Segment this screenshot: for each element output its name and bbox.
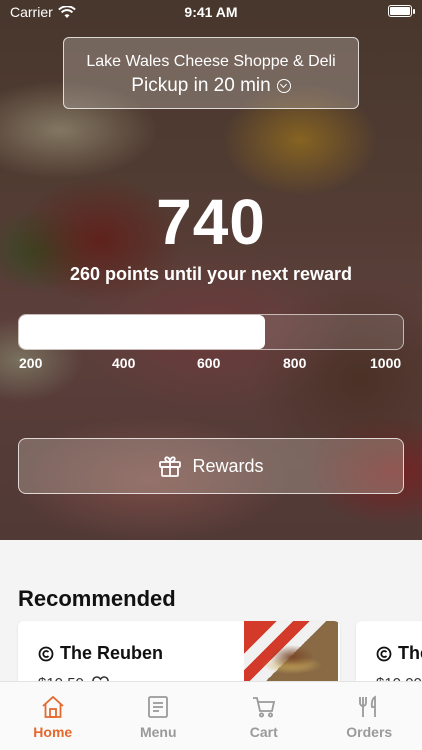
tab-label: Menu (139, 724, 177, 740)
item-name: The Reuben (60, 643, 164, 663)
chevron-down-icon (276, 79, 291, 93)
store-name: Lake Wales Cheese Shoppe & Deli (86, 53, 336, 70)
tab-menu[interactable]: Menu (106, 682, 212, 750)
item-name: The (398, 643, 422, 663)
tab-label: Home (33, 724, 73, 740)
store-selector[interactable]: Lake Wales Cheese Shoppe & Deli Pickup i… (63, 37, 359, 109)
item-name-row: The Reuben (38, 643, 163, 664)
tab-label: Orders (346, 724, 393, 740)
utensils-icon (359, 695, 377, 717)
item-name-row: The (376, 643, 422, 664)
home-icon (42, 695, 64, 718)
recommended-title: Recommended (18, 586, 176, 611)
tab-home[interactable]: Home (0, 682, 106, 750)
tick-label: 800 (283, 355, 307, 371)
copyright-icon (38, 646, 54, 661)
status-time: 9:41 AM (184, 4, 238, 20)
menu-icon (148, 696, 169, 718)
tab-cart[interactable]: Cart (211, 682, 317, 750)
points-value: 740 (156, 186, 266, 258)
gift-icon (159, 456, 182, 477)
tick-label: 400 (112, 355, 136, 371)
tab-label: Cart (249, 724, 278, 740)
copyright-icon (376, 646, 392, 661)
tick-label: 600 (197, 355, 221, 371)
pickup-label: Pickup in 20 min (131, 75, 271, 96)
status-bar: Carrier 9:41 AM (0, 0, 422, 24)
tick-label: 1000 (370, 355, 402, 371)
points-subtitle: 260 points until your next reward (69, 264, 353, 284)
tab-orders[interactable]: Orders (317, 682, 422, 750)
cart-icon (252, 697, 275, 718)
progress-fill (19, 315, 265, 349)
battery-tip (413, 9, 415, 14)
rewards-label: Rewards (192, 455, 264, 476)
tick-label: 200 (19, 355, 43, 371)
pickup-time: Pickup in 20 min (64, 75, 358, 97)
battery-icon (388, 5, 412, 17)
progress-ticks: 200 400 600 800 1000 (0, 355, 422, 373)
rewards-button[interactable]: Rewards (18, 438, 404, 494)
tab-bar: Home Menu Cart Orders (0, 681, 422, 750)
points-progress-bar (18, 314, 404, 350)
